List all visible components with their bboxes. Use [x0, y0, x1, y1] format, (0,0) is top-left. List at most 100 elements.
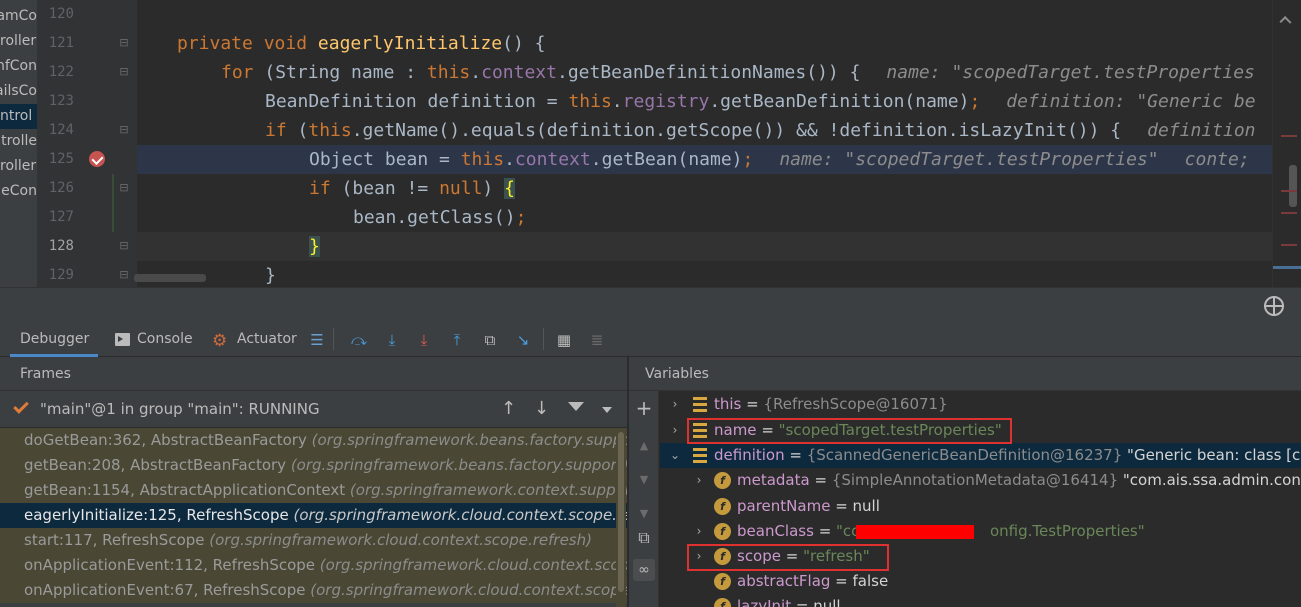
panel-headers: Frames Variables [0, 357, 1301, 391]
thread-check-icon [13, 398, 29, 414]
line-number: 125 [48, 151, 74, 167]
project-item[interactable]: neCon [0, 179, 37, 204]
glasses-icon[interactable]: ∞ [633, 559, 655, 581]
field-icon: f [714, 498, 731, 515]
redaction-bar [856, 525, 974, 539]
fold-icon[interactable]: ⊟ [117, 181, 131, 195]
stripe-mark[interactable] [1281, 190, 1297, 192]
variable-row-selected[interactable]: ⌄ definition = {ScannedGenericBeanDefini… [660, 443, 1301, 468]
move-down-icon[interactable]: ▼ [633, 503, 655, 525]
thread-selector[interactable]: "main"@1 in group "main": RUNNING [40, 391, 320, 428]
project-item[interactable]: nfCon [0, 54, 37, 79]
chevron-down-icon[interactable]: ⌄ [668, 443, 682, 468]
console-icon [115, 333, 130, 346]
code-line: if (bean != null) { [309, 178, 515, 199]
variable-row[interactable]: f lazyInit = null [660, 594, 1301, 607]
variables-tree[interactable]: › this = {RefreshScope@16071} › name = "… [660, 391, 1301, 607]
variable-row[interactable]: › f metadata = {SimpleAnnotationMetadata… [660, 468, 1301, 493]
step-over-icon[interactable]: ⤼ [348, 330, 370, 350]
copy-icon[interactable]: ⧉ [633, 527, 655, 549]
arrow-down-icon[interactable]: ↓ [534, 398, 549, 419]
stripe-mark[interactable] [1281, 212, 1297, 214]
line-number: 129 [48, 267, 74, 283]
code-editor[interactable]: amCo roller nfCon ailsCo ntrol ntrolle r… [0, 0, 1301, 287]
frames-toolbar: "main"@1 in group "main": RUNNING ↑ ↓ [0, 391, 627, 428]
chevron-right-icon[interactable]: › [692, 468, 706, 493]
frames-scrollbar[interactable] [616, 428, 626, 607]
step-out-icon[interactable]: ⤒ [446, 330, 468, 350]
stack-frame[interactable]: doGetBean:362, AbstractBeanFactory (org.… [0, 428, 627, 453]
variable-row[interactable]: f abstractFlag = false [660, 569, 1301, 594]
line-number: 127 [48, 209, 74, 225]
filter-icon[interactable] [568, 402, 584, 411]
editor-gutter[interactable]: 120 121 122 123 124 125 126 127 128 129 … [37, 0, 137, 287]
vertical-scrollbar[interactable] [1289, 165, 1297, 207]
step-into-icon[interactable]: ⤓ [381, 330, 403, 350]
project-item-selected[interactable]: ntrol [0, 104, 37, 129]
line-number-current: 128 [48, 238, 74, 254]
chevron-right-icon[interactable]: › [668, 392, 682, 417]
chevron-up-icon[interactable] [1279, 15, 1292, 29]
debug-tabs: Debugger Console ⚙ Actuator ☰ ⤼ ⤓ ⤓ ⤒ ⧉ … [0, 322, 1301, 357]
breakpoint-icon[interactable] [89, 151, 105, 167]
tab-actuator[interactable]: Actuator [237, 322, 297, 357]
trace-stream-icon[interactable]: ≣ [586, 330, 608, 350]
fold-icon[interactable]: ⊟ [117, 239, 131, 253]
stack-frame[interactable]: start:117, RefreshScope (org.springframe… [0, 528, 627, 553]
stripe-mark[interactable] [1281, 135, 1297, 137]
code-line: BeanDefinition definition = this.registr… [265, 91, 1256, 112]
code-line: for (String name : this.context.getBeanD… [221, 62, 1255, 83]
tab-console[interactable]: Console [137, 322, 193, 357]
stack-frame[interactable]: getBean:208, AbstractBeanFactory (org.sp… [0, 453, 627, 478]
stack-frame[interactable]: onApplicationEvent:67, RefreshScope (org… [0, 578, 627, 603]
highlight-box [687, 544, 889, 571]
stripe-mark[interactable] [1281, 244, 1297, 246]
project-item[interactable]: roller [0, 29, 37, 54]
variable-row[interactable]: f parentName = null [660, 494, 1301, 519]
chevron-right-icon[interactable]: › [692, 519, 706, 544]
fold-icon[interactable]: ⊟ [117, 65, 131, 79]
variable-row[interactable]: › f beanClass = "comonfig.TestProperties… [660, 519, 1301, 544]
variables-title: Variables [645, 366, 709, 382]
force-step-into-icon[interactable]: ⤓ [413, 330, 435, 350]
code-line-execution-point: Object bean = this.context.getBean(name)… [137, 145, 1272, 174]
variable-row[interactable]: › this = {RefreshScope@16071} [660, 392, 1301, 417]
inline-debug-hint: definition: "Generic be [1006, 91, 1256, 112]
arrow-up-icon[interactable]: ↑ [501, 398, 516, 419]
stack-frame-selected[interactable]: eagerlyInitialize:125, RefreshScope (org… [0, 503, 627, 528]
toolbar-separator [543, 328, 544, 350]
fold-icon[interactable]: ⊟ [117, 123, 131, 137]
stack-frame[interactable]: getBean:1154, AbstractApplicationContext… [0, 478, 627, 503]
move-down-icon[interactable]: ▼ [633, 469, 655, 491]
evaluate-expression-icon[interactable]: ▦ [553, 330, 575, 350]
chevron-right-icon[interactable]: › [668, 418, 682, 443]
change-marker [112, 174, 114, 232]
chevron-down-icon[interactable] [602, 407, 612, 413]
project-item[interactable]: roller [0, 154, 37, 179]
inline-debug-hint: conte; [1184, 149, 1250, 170]
line-number: 126 [48, 180, 74, 196]
project-item[interactable]: amCo [0, 4, 37, 29]
variables-side-toolbar: + ▲ ▼ ▼ ⧉ ∞ [629, 391, 659, 607]
stack-frame[interactable]: onApplicationEvent:112, RefreshScope (or… [0, 553, 627, 578]
run-to-cursor-icon[interactable]: ↘ [512, 330, 534, 350]
crosshair-icon[interactable] [1264, 296, 1284, 316]
project-item[interactable]: ailsCo [0, 79, 37, 104]
fold-icon[interactable]: ⊟ [117, 36, 131, 50]
drop-frame-icon[interactable]: ⧉ [479, 330, 501, 350]
threads-menu-icon[interactable]: ☰ [306, 330, 328, 350]
add-watch-icon[interactable]: + [633, 397, 655, 419]
object-icon [693, 397, 707, 412]
line-number: 124 [48, 122, 74, 138]
debug-toolstrip [0, 287, 1301, 322]
move-up-icon[interactable]: ▲ [633, 435, 655, 457]
actuator-icon: ⚙ [212, 331, 228, 351]
error-stripe[interactable] [1272, 0, 1301, 287]
horizontal-scrollbar[interactable] [134, 274, 206, 282]
frames-list[interactable]: doGetBean:362, AbstractBeanFactory (org.… [0, 428, 627, 607]
project-tree-strip[interactable]: amCo roller nfCon ailsCo ntrol ntrolle r… [0, 0, 37, 287]
tab-debugger[interactable]: Debugger [10, 322, 98, 357]
project-item[interactable]: ntrolle [0, 129, 37, 154]
fold-icon[interactable]: ⊟ [117, 268, 131, 282]
code-area[interactable]: private void eagerlyInitialize() { for (… [134, 0, 1272, 287]
